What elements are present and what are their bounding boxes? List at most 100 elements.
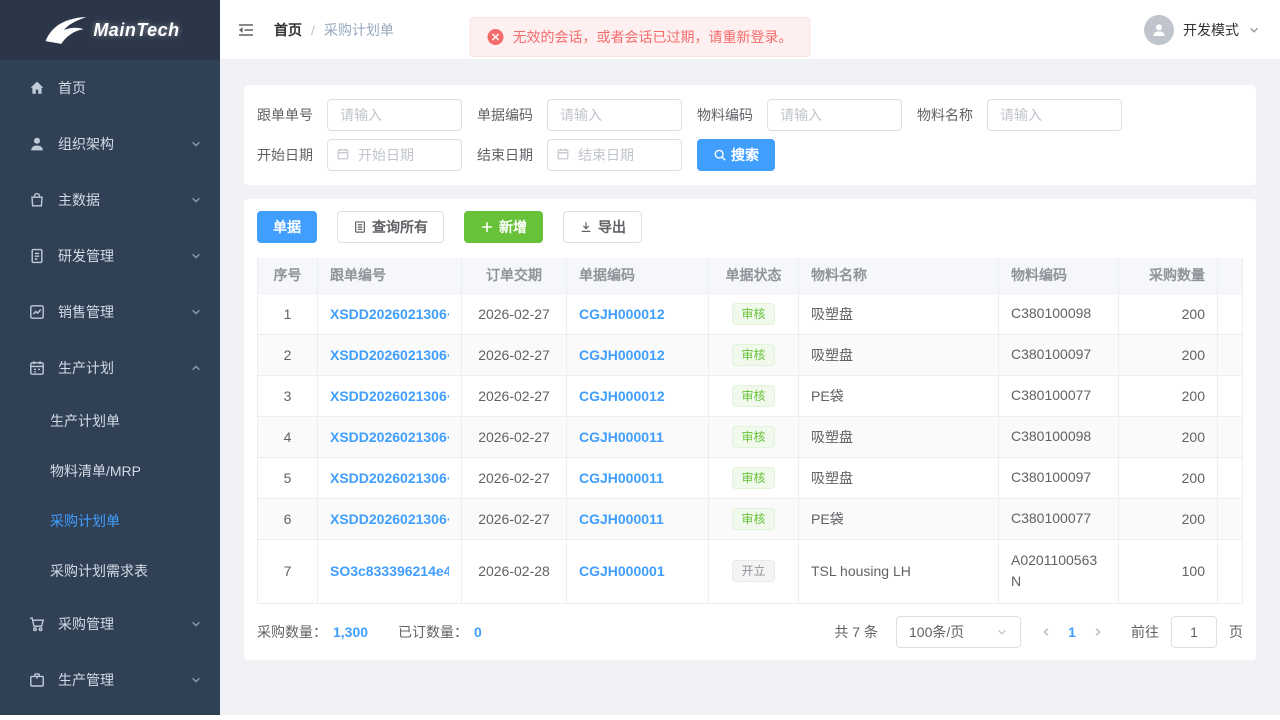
order-no-link[interactable]: XSDD2026021306·· xyxy=(330,388,449,404)
sidebar-subitem[interactable]: 采购计划需求表 xyxy=(0,546,220,596)
prev-page-button[interactable] xyxy=(1033,618,1059,646)
status-cell: 开立 xyxy=(709,539,799,603)
column-header: 序号 xyxy=(258,258,318,293)
data-table-wrap: 序号跟单编号订单交期单据编码单据状态物料名称物料编码采购数量 1 XSDD202… xyxy=(257,258,1243,604)
search-button[interactable]: 搜索 xyxy=(697,139,775,171)
order-no-cell: XSDD2026021306·· xyxy=(318,293,462,334)
查询所有-button[interactable]: 查询所有 xyxy=(337,211,444,243)
sidebar-subitem[interactable]: 生产计划单 xyxy=(0,396,220,446)
filter-input[interactable] xyxy=(767,99,902,131)
order-no-link[interactable]: XSDD2026021306·· xyxy=(330,347,449,363)
filter-input[interactable] xyxy=(327,99,462,131)
qty-cell: 200 xyxy=(1119,334,1218,375)
doc-no-link[interactable]: CGJH000011 xyxy=(579,470,696,486)
sidebar-fold-icon[interactable] xyxy=(236,19,258,41)
order-no-link[interactable]: XSDD2026021306·· xyxy=(330,511,449,527)
chevron-down-icon xyxy=(190,306,202,318)
order-no-link[interactable]: XSDD2026021306·· xyxy=(330,470,449,486)
doc-no-link[interactable]: CGJH000012 xyxy=(579,388,696,404)
doc-no-link[interactable]: CGJH000012 xyxy=(579,306,696,322)
chevron-down-icon xyxy=(190,194,202,206)
order-no-link[interactable]: SO3c833396214e40 xyxy=(330,563,449,579)
page-size-select[interactable]: 100条/页 xyxy=(896,616,1021,648)
brand-swoosh-icon xyxy=(40,14,90,46)
breadcrumb-home[interactable]: 首页 xyxy=(274,20,302,40)
sidebar-item[interactable]: 组织架构 xyxy=(0,116,220,172)
delivery-date-cell: 2026-02-28 xyxy=(462,539,567,603)
row-index-cell: 3 xyxy=(258,375,318,416)
sidebar-item-label: 研发管理 xyxy=(58,246,190,266)
sidebar-item[interactable]: 销售管理 xyxy=(0,284,220,340)
doc-no-link[interactable]: CGJH000011 xyxy=(579,511,696,527)
filter-input[interactable] xyxy=(987,99,1122,131)
status-cell: 审核 xyxy=(709,416,799,457)
filter-label: 结束日期 xyxy=(477,145,533,165)
filter-input[interactable] xyxy=(547,99,682,131)
order-no-link[interactable]: XSDD2026021306·· xyxy=(330,306,449,322)
sidebar-item[interactable]: 研发管理 xyxy=(0,228,220,284)
column-header: 单据状态 xyxy=(709,258,799,293)
app-window: MainTech 首页组织架构主数据研发管理销售管理生产计划生产计划单物料清单/… xyxy=(0,0,1280,720)
doc-no-cell: CGJH000011 xyxy=(567,416,709,457)
sidebar-subitem[interactable]: 物料清单/MRP xyxy=(0,446,220,496)
status-cell: 审核 xyxy=(709,334,799,375)
sidebar-item-label: 采购管理 xyxy=(58,614,190,634)
date-input[interactable] xyxy=(547,139,682,171)
column-header: 跟单编号 xyxy=(318,258,462,293)
date-input[interactable] xyxy=(327,139,462,171)
delivery-date-cell: 2026-02-27 xyxy=(462,498,567,539)
sidebar-item[interactable]: 主数据 xyxy=(0,172,220,228)
sidebar-item[interactable]: 生产管理 xyxy=(0,652,220,708)
table-toolbar: 单据查询所有新增导出 xyxy=(257,211,1243,243)
purchase-qty-value: 1,300 xyxy=(333,624,368,640)
qty-cell: 100 xyxy=(1119,539,1218,603)
row-index-cell: 1 xyxy=(258,293,318,334)
sidebar-subitem[interactable]: 采购计划单 xyxy=(0,496,220,546)
purchase-qty-label: 采购数量： xyxy=(257,622,327,642)
goto-page-input[interactable] xyxy=(1171,616,1217,648)
row-index-cell: 6 xyxy=(258,498,318,539)
user-mode-label: 开发模式 xyxy=(1183,20,1239,40)
新增-button[interactable]: 新增 xyxy=(464,211,543,243)
chevron-down-icon xyxy=(1248,24,1260,36)
material-code-cell: C380100077 xyxy=(999,498,1119,539)
user-menu[interactable]: 开发模式 xyxy=(1144,15,1260,45)
material-name-cell: 吸塑盘 xyxy=(799,457,999,498)
material-name-cell: 吸塑盘 xyxy=(799,293,999,334)
单据-button[interactable]: 单据 xyxy=(257,211,317,243)
filter-label: 物料名称 xyxy=(917,105,973,125)
order-no-cell: SO3c833396214e40 xyxy=(318,539,462,603)
order-no-link[interactable]: XSDD2026021306·· xyxy=(330,429,449,445)
material-name-cell: PE袋 xyxy=(799,498,999,539)
bottom-scrollbar-strip[interactable] xyxy=(0,715,1280,720)
doc-no-link[interactable]: CGJH000012 xyxy=(579,347,696,363)
order-no-cell: XSDD2026021306·· xyxy=(318,457,462,498)
material-code-cell: C380100098 xyxy=(999,416,1119,457)
table-row: 5 XSDD2026021306·· 2026-02-27 CGJH000011… xyxy=(258,457,1243,498)
doc-list-icon xyxy=(353,220,367,234)
next-page-button[interactable] xyxy=(1085,618,1111,646)
column-header: 采购数量 xyxy=(1119,258,1218,293)
row-index-cell: 4 xyxy=(258,416,318,457)
sidebar-item-label: 组织架构 xyxy=(58,134,190,154)
sidebar-item[interactable]: 采购管理 xyxy=(0,596,220,652)
doc-no-link[interactable]: CGJH000001 xyxy=(579,563,696,579)
chevron-left-icon xyxy=(1040,626,1052,638)
totals-summary: 采购数量： 1,300 已订数量： 0 xyxy=(257,622,482,642)
row-index-cell: 5 xyxy=(258,457,318,498)
order-no-cell: XSDD2026021306·· xyxy=(318,334,462,375)
page-number[interactable]: 1 xyxy=(1059,624,1085,640)
doc-no-cell: CGJH000011 xyxy=(567,457,709,498)
doc-no-cell: CGJH000012 xyxy=(567,375,709,416)
table-footer: 采购数量： 1,300 已订数量： 0 共 7 条 100条/页 xyxy=(257,604,1243,660)
sidebar-item-label: 生产计划 xyxy=(58,358,190,378)
sidebar-item[interactable]: 生产计划 xyxy=(0,340,220,396)
导出-button[interactable]: 导出 xyxy=(563,211,642,243)
sidebar-item[interactable]: 首页 xyxy=(0,60,220,116)
session-error-text: 无效的会话，或者会话已过期，请重新登录。 xyxy=(513,27,793,47)
doc-no-cell: CGJH000012 xyxy=(567,293,709,334)
column-header: 物料名称 xyxy=(799,258,999,293)
chevron-up-icon xyxy=(190,362,202,374)
filter-field: 跟单单号 xyxy=(257,99,462,131)
doc-no-link[interactable]: CGJH000011 xyxy=(579,429,696,445)
